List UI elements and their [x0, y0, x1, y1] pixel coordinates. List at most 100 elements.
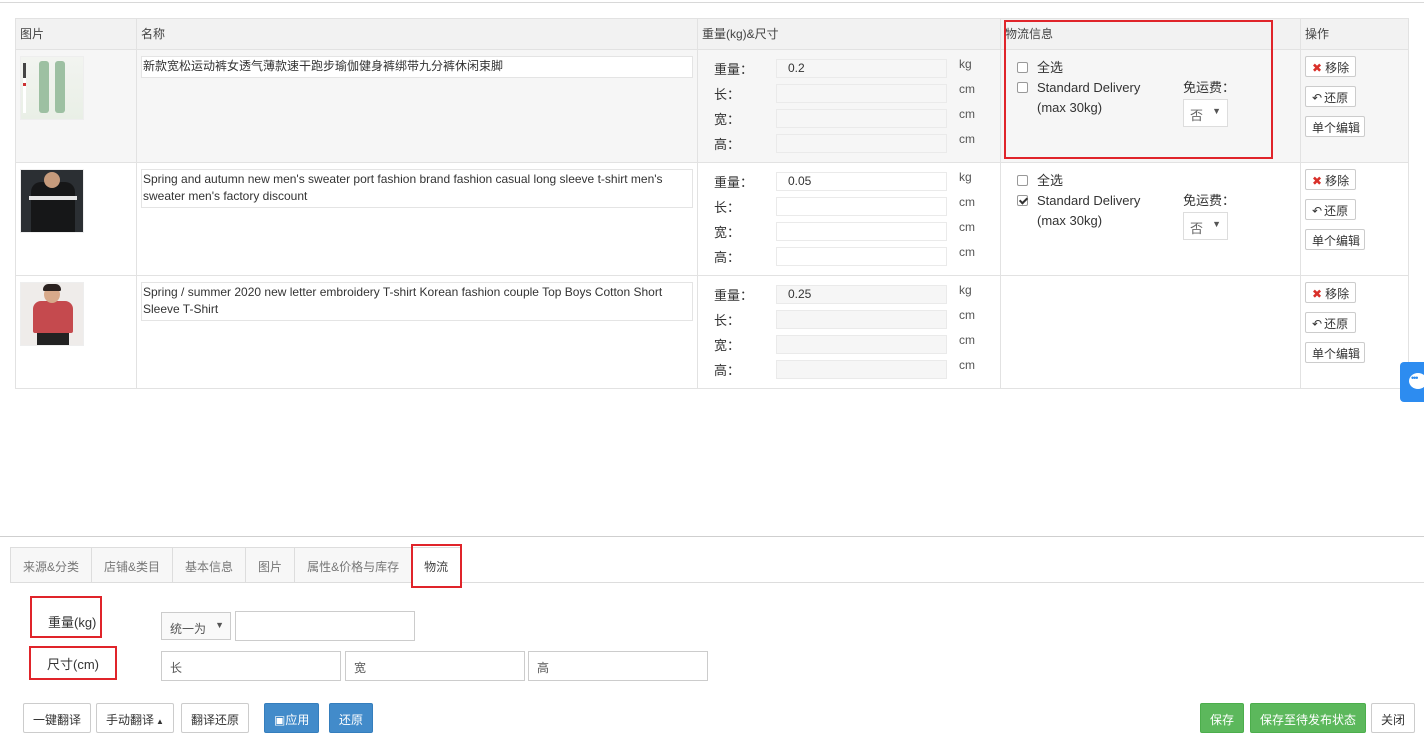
save-disk-icon: ▣	[274, 713, 286, 727]
unit-cm: cm	[959, 357, 975, 372]
unit-cm: cm	[959, 307, 975, 322]
length-input[interactable]	[776, 197, 947, 216]
unit-cm: cm	[959, 194, 975, 209]
select-all-checkbox[interactable]	[1017, 62, 1028, 73]
save-button[interactable]: 保存	[1200, 703, 1245, 733]
tab-attributes-price-stock[interactable]: 属性&价格与库存	[294, 547, 412, 583]
restore-button[interactable]: ↶ 还原	[1305, 312, 1356, 333]
edit-single-button[interactable]: 单个编辑	[1305, 116, 1365, 137]
logistics-cell: 全选 Standard Delivery (max 30kg) 免运费： 否 ▼	[1001, 163, 1300, 275]
dropdown-arrow-icon: ▼	[1212, 106, 1221, 116]
tab-store-category[interactable]: 店铺&类目	[91, 547, 173, 583]
product-name-field[interactable]: 新款宽松运动裤女透气薄款速干跑步瑜伽健身裤绑带九分裤休闲束脚	[141, 56, 693, 78]
select-all-checkbox[interactable]	[1017, 175, 1028, 186]
shipping-checkbox[interactable]	[1017, 195, 1028, 206]
manual-translate-label: 手动翻译	[106, 713, 155, 727]
logistics-cell: 全选 Standard Delivery (max 30kg) 免运费： 否 ▼	[1001, 50, 1300, 162]
col-header-actions: 操作	[1300, 18, 1409, 50]
shipping-checkbox[interactable]	[1017, 82, 1028, 93]
translate-all-button[interactable]: 一键翻译	[23, 703, 92, 733]
product-thumbnail[interactable]	[20, 282, 84, 346]
chat-widget-button[interactable]	[1400, 362, 1424, 402]
product-thumbnail[interactable]	[20, 56, 84, 120]
free-shipping-label: 免运费：	[1183, 80, 1236, 95]
weight-input[interactable]: 0.25	[776, 285, 947, 304]
dimensions-group: 重量： 0.2 kg 长： cm 宽： cm 高： cm	[698, 50, 1000, 156]
dropdown-arrow-icon: ▼	[1212, 219, 1221, 229]
shipping-method-label: Standard Delivery (max 30kg)	[1037, 193, 1141, 228]
height-label: 高：	[714, 137, 741, 152]
free-shipping-select[interactable]: 否 ▼	[1183, 212, 1228, 240]
chat-bubble-icon	[1409, 373, 1424, 389]
weight-input[interactable]: 0.2	[776, 59, 947, 78]
tab-basic-info[interactable]: 基本信息	[172, 547, 246, 583]
col-header-weight-size: 重量(kg)&尺寸	[697, 18, 1001, 50]
close-icon: ✖	[1312, 287, 1323, 301]
dimensions-group: 重量： 0.25 kg 长： cm 宽： cm 高： cm	[698, 276, 1000, 382]
weight-input[interactable]: 0.05	[776, 172, 947, 191]
weight-kg-label: 重量(kg)	[48, 615, 97, 630]
panel-divider	[0, 536, 1424, 537]
undo-icon: ↶	[1312, 317, 1323, 331]
width-label: 宽：	[714, 338, 741, 353]
free-shipping-select[interactable]: 否 ▼	[1183, 99, 1228, 127]
table-row: Spring / summer 2020 new letter embroide…	[15, 275, 1409, 389]
unit-cm: cm	[959, 81, 975, 96]
edit-single-button[interactable]: 单个编辑	[1305, 342, 1365, 363]
product-table: 图片 名称 重量(kg)&尺寸 物流信息 操作 新款宽松运动裤女透气薄款速干跑步…	[15, 18, 1409, 389]
close-button[interactable]: 关闭	[1371, 703, 1416, 733]
length-input[interactable]: 长	[161, 651, 341, 681]
remove-label: 移除	[1325, 174, 1350, 188]
translate-restore-button[interactable]: 翻译还原	[181, 703, 250, 733]
unit-cm: cm	[959, 219, 975, 234]
free-shipping-label: 免运费：	[1183, 193, 1236, 208]
tab-images[interactable]: 图片	[245, 547, 295, 583]
product-name-field[interactable]: Spring and autumn new men's sweater port…	[141, 169, 693, 208]
restore-button[interactable]: ↶ 还原	[1305, 199, 1356, 220]
height-input[interactable]	[776, 247, 947, 266]
unit-kg: kg	[959, 282, 972, 297]
restore-label: 还原	[1324, 204, 1349, 218]
restore-label: 还原	[1324, 317, 1349, 331]
dimensions-group: 重量： 0.05 kg 长： cm 宽： cm 高： cm	[698, 163, 1000, 269]
apply-button[interactable]: ▣应用	[264, 703, 320, 733]
width-input[interactable]	[776, 109, 947, 128]
remove-button[interactable]: ✖ 移除	[1305, 169, 1356, 190]
length-input[interactable]	[776, 310, 947, 329]
unit-cm: cm	[959, 131, 975, 146]
unit-kg: kg	[959, 169, 972, 184]
height-input[interactable]: 高	[528, 651, 708, 681]
size-cm-label: 尺寸(cm)	[47, 657, 99, 672]
dropdown-arrow-icon: ▼	[215, 620, 224, 630]
height-input[interactable]	[776, 134, 947, 153]
col-header-name: 名称	[136, 18, 698, 50]
restore-button[interactable]: ↶ 还原	[1305, 86, 1356, 107]
remove-label: 移除	[1325, 61, 1350, 75]
weight-label: 重量：	[714, 62, 754, 77]
manual-translate-button[interactable]: 手动翻译 ▲	[96, 703, 174, 733]
restore-all-button[interactable]: 还原	[329, 703, 374, 733]
select-all-label: 全选	[1037, 173, 1064, 188]
unit-cm: cm	[959, 244, 975, 259]
edit-single-button[interactable]: 单个编辑	[1305, 229, 1365, 250]
close-icon: ✖	[1312, 61, 1323, 75]
remove-button[interactable]: ✖ 移除	[1305, 282, 1356, 303]
weight-value-input[interactable]	[235, 611, 415, 641]
tab-source-category[interactable]: 来源&分类	[10, 547, 92, 583]
remove-button[interactable]: ✖ 移除	[1305, 56, 1356, 77]
height-input[interactable]	[776, 360, 947, 379]
unify-select[interactable]: 统一为 ▼	[161, 612, 231, 640]
save-pending-button[interactable]: 保存至待发布状态	[1250, 703, 1367, 733]
width-input[interactable]	[776, 335, 947, 354]
product-thumbnail[interactable]	[20, 169, 84, 233]
width-label: 宽：	[714, 112, 741, 127]
product-name-field[interactable]: Spring / summer 2020 new letter embroide…	[141, 282, 693, 321]
undo-icon: ↶	[1312, 91, 1323, 105]
undo-icon: ↶	[1312, 204, 1323, 218]
width-input[interactable]	[776, 222, 947, 241]
weight-label: 重量：	[714, 175, 754, 190]
width-input[interactable]: 宽	[345, 651, 525, 681]
remove-label: 移除	[1325, 287, 1350, 301]
tab-logistics[interactable]: 物流	[411, 547, 462, 583]
length-input[interactable]	[776, 84, 947, 103]
